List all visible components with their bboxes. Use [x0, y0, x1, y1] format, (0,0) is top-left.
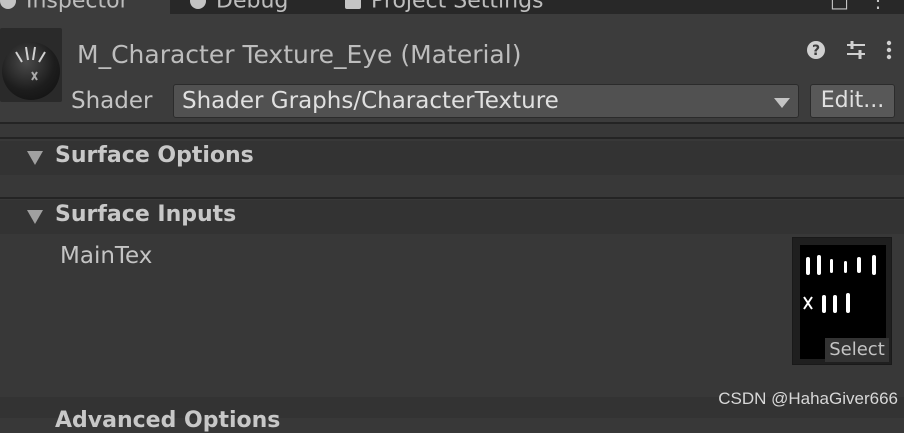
material-header: M_Character Texture_Eye (Material) ? Sha…	[0, 14, 904, 122]
material-preview	[0, 28, 62, 102]
help-icon[interactable]: ?	[806, 40, 826, 66]
watermark: CSDN @HahaGiver666	[718, 389, 898, 408]
material-sphere-icon	[2, 42, 60, 100]
info-icon	[0, 0, 16, 9]
shader-value: Shader Graphs/CharacterTexture	[182, 88, 559, 114]
material-title: M_Character Texture_Eye (Material)	[77, 40, 522, 69]
tab-label: Project Settings	[371, 0, 544, 14]
divider	[0, 122, 904, 124]
foldout-arrow-icon[interactable]	[27, 210, 43, 224]
dropdown-arrow-icon	[774, 98, 790, 108]
section-label: Surface Options	[55, 143, 254, 168]
tab-label: Debug	[216, 0, 289, 14]
tab-bar: Inspector Debug Project Settings □ ⋮	[0, 0, 904, 14]
edit-shader-button[interactable]: Edit...	[810, 84, 895, 118]
tab-debug[interactable]: Debug	[190, 0, 288, 14]
section-label: Surface Inputs	[55, 202, 237, 227]
tab-project-settings[interactable]: Project Settings	[345, 0, 544, 14]
gear-icon	[345, 0, 361, 9]
foldout-arrow-icon[interactable]	[27, 151, 43, 165]
section-surface-options[interactable]: Surface Options	[0, 141, 904, 175]
select-texture-button[interactable]: Select	[825, 338, 889, 362]
maintex-texture-field[interactable]: Select	[792, 237, 892, 365]
tab-menu[interactable]: □ ⋮	[830, 0, 888, 12]
section-label: Advanced Options	[55, 408, 281, 433]
bug-icon	[190, 0, 206, 9]
shader-label: Shader	[71, 88, 153, 114]
tab-label: Inspector	[26, 0, 129, 14]
divider	[0, 137, 904, 139]
lock-icon[interactable]: □	[830, 0, 849, 12]
tab-inspector[interactable]: Inspector	[0, 0, 170, 14]
section-surface-inputs[interactable]: Surface Inputs	[0, 200, 904, 234]
maintex-label: MainTex	[60, 243, 153, 269]
shader-dropdown[interactable]: Shader Graphs/CharacterTexture	[173, 84, 799, 118]
preset-icon[interactable]	[845, 40, 867, 66]
svg-text:?: ?	[812, 43, 820, 59]
divider	[0, 197, 904, 199]
more-icon[interactable]: ⋮	[868, 0, 888, 12]
more-icon[interactable]	[886, 40, 892, 66]
